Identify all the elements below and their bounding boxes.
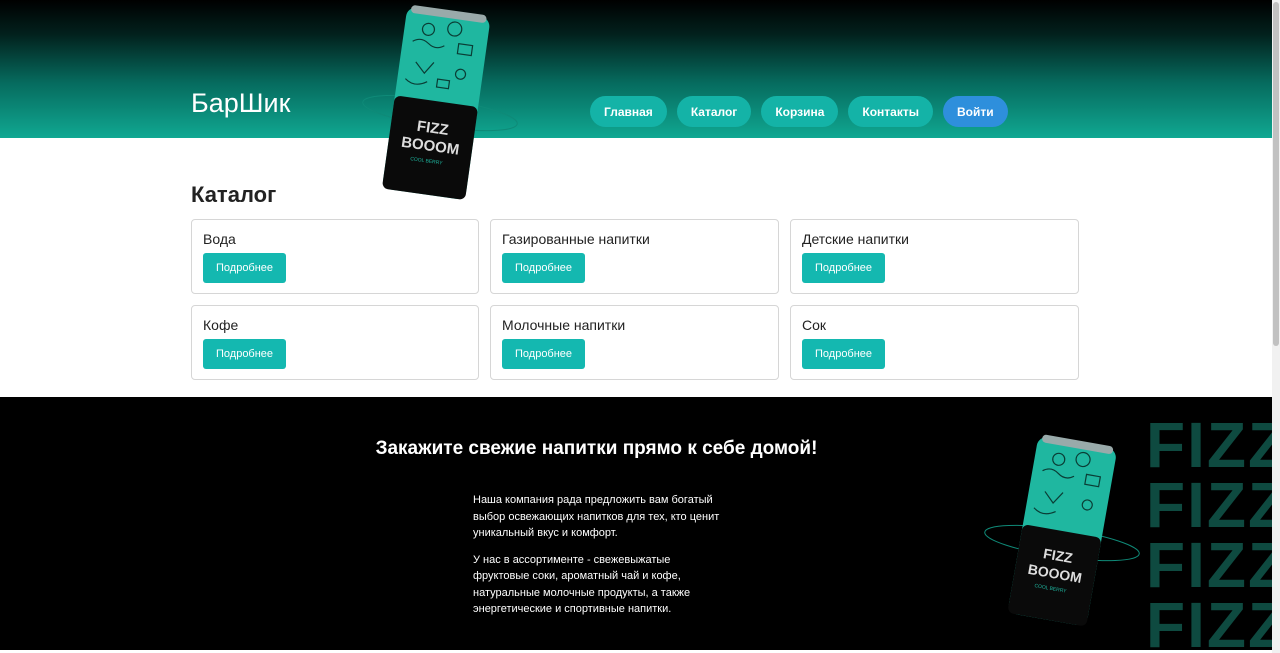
card-title: Детские напитки (802, 231, 909, 247)
card-title: Кофе (203, 317, 239, 333)
card-title: Газированные напитки (502, 231, 650, 247)
details-button[interactable]: Подробнее (502, 339, 586, 369)
catalog-card-water: Вода Подробнее (191, 219, 479, 294)
main-nav: Главная Каталог Корзина Контакты Войти (590, 96, 1008, 127)
login-button[interactable]: Войти (943, 96, 1008, 127)
promo-text: Наша компания рада предложить вам богаты… (473, 492, 723, 618)
brand-logo[interactable]: БарШик (191, 88, 290, 119)
catalog-card-soda: Газированные напитки Подробнее (490, 219, 779, 294)
details-button[interactable]: Подробнее (802, 253, 886, 283)
can-image-header: FIZZ BOOOM COOL BERRY (360, 5, 530, 205)
catalog-card-juice: Сок Подробнее (790, 305, 1079, 380)
details-button[interactable]: Подробнее (802, 339, 886, 369)
promo-paragraph-1: Наша компания рада предложить вам богаты… (473, 494, 720, 539)
card-title: Молочные напитки (502, 317, 626, 333)
nav-contacts-button[interactable]: Контакты (848, 96, 933, 127)
details-button[interactable]: Подробнее (502, 253, 586, 283)
card-title: Вода (203, 231, 236, 247)
card-title: Сок (802, 317, 827, 333)
can-image-promo: FIZZ BOOOM COOL BERRY (982, 433, 1142, 633)
fizz-wall-line: FIZZ (1146, 529, 1272, 601)
page-scrollbar[interactable] (1272, 0, 1280, 653)
fizz-wall-line: FIZZ (1146, 589, 1272, 650)
scrollbar-thumb[interactable] (1273, 2, 1279, 346)
nav-catalog-button[interactable]: Каталог (676, 96, 752, 127)
details-button[interactable]: Подробнее (203, 253, 287, 283)
catalog-card-coffee: Кофе Подробнее (191, 305, 479, 380)
fizz-wall-line: FIZZ (1146, 469, 1272, 541)
promo-paragraph-2: У нас в ассортименте - свежевыжатые фрук… (473, 553, 691, 616)
site-header: БарШик Главная Каталог Корзина Контакты … (0, 0, 1272, 138)
catalog-grid: Вода Подробнее Газированные напитки Подр… (191, 219, 1079, 380)
catalog-heading: Каталог (191, 182, 277, 207)
catalog-card-dairy: Молочные напитки Подробнее (490, 305, 779, 380)
details-button[interactable]: Подробнее (203, 339, 287, 369)
nav-cart-button[interactable]: Корзина (761, 96, 839, 127)
nav-home-button[interactable]: Главная (590, 96, 667, 127)
promo-section: FIZZ FIZZ FIZZ FIZZ Закажите свежие напи… (0, 397, 1272, 650)
catalog-card-kids: Детские напитки Подробнее (790, 219, 1079, 294)
